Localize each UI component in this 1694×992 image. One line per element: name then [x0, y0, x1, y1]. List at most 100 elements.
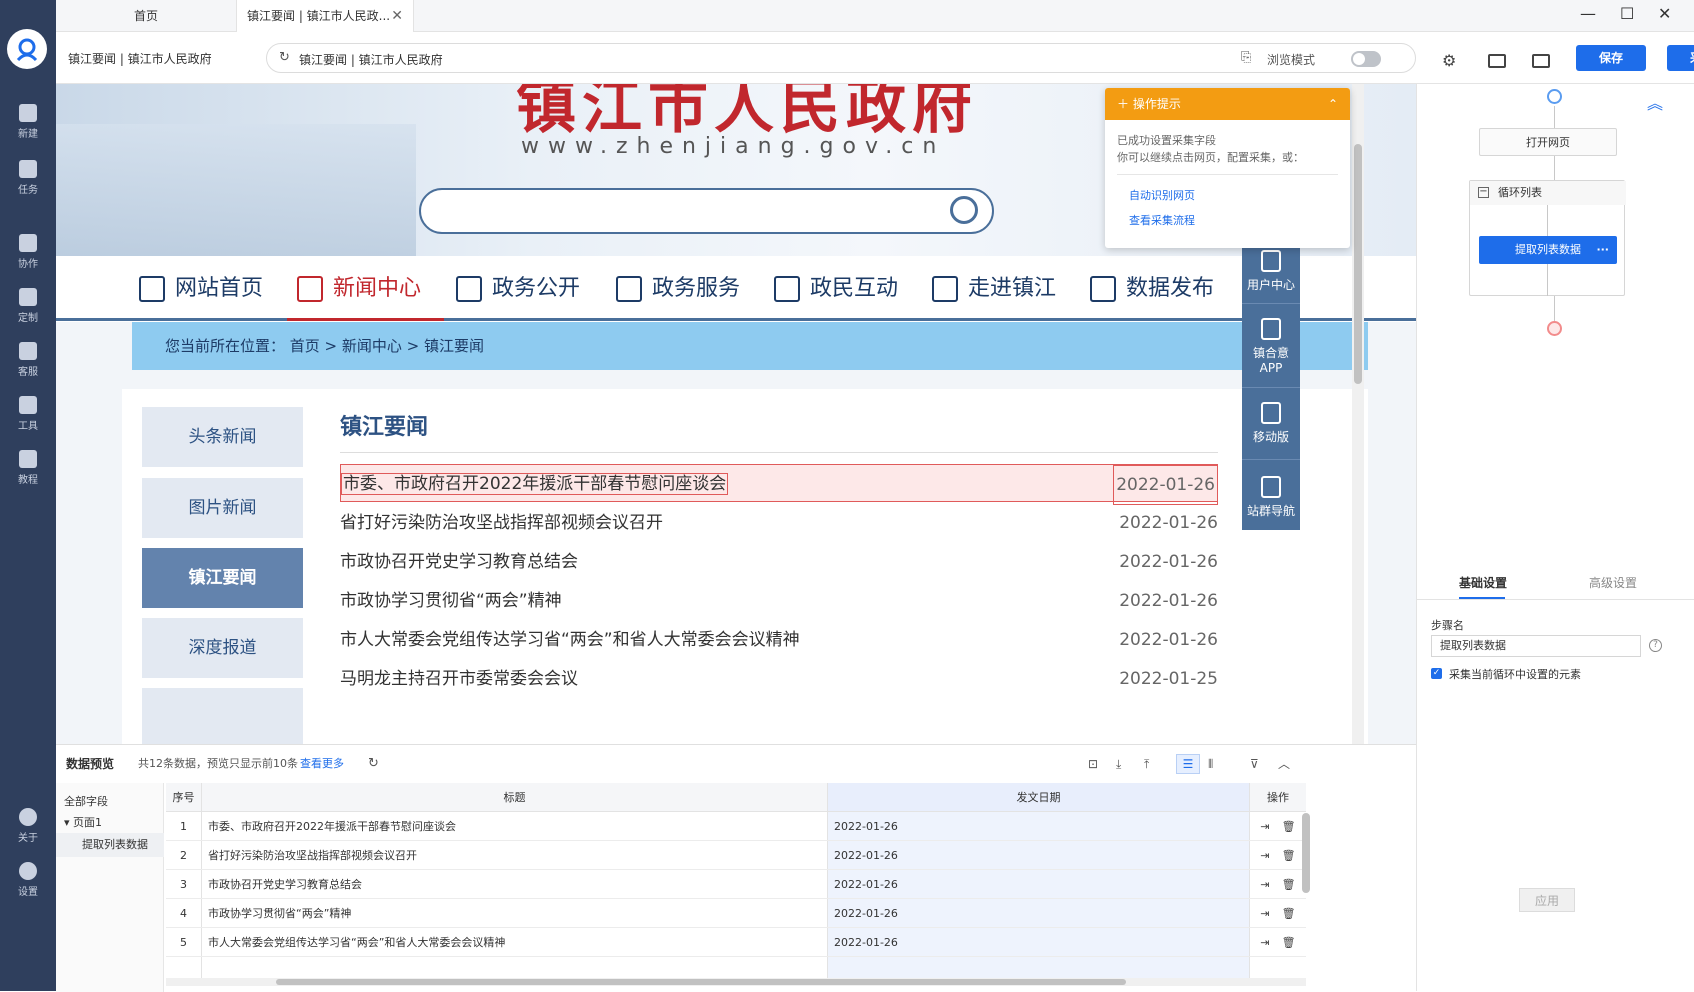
- nav-home[interactable]: 网站首页: [139, 272, 263, 306]
- close-window-icon[interactable]: ✕: [1658, 4, 1671, 23]
- settings-gear-icon[interactable]: ⚙: [1442, 51, 1456, 70]
- news-item[interactable]: 市委、市政府召开2022年援派干部春节慰问座谈会 2022-01-26: [340, 464, 1218, 505]
- delete-icon[interactable]: 🗑: [1282, 870, 1296, 899]
- rail-item-tools[interactable]: 工具: [0, 396, 56, 432]
- news-item[interactable]: 市政协召开党史学习教育总结会 2022-01-26: [340, 543, 1218, 581]
- add-field-icon[interactable]: ⊡: [1088, 745, 1098, 783]
- float-site-nav[interactable]: 站群导航: [1242, 468, 1300, 530]
- table-row[interactable]: 1 市委、市政府召开2022年援派干部春节慰问座谈会 2022-01-26 ⇥ 🗑: [166, 812, 1306, 841]
- delete-icon[interactable]: 🗑: [1282, 812, 1296, 841]
- view-more-link[interactable]: 查看更多: [300, 745, 344, 783]
- collapse-up-icon[interactable]: ⌃: [1328, 88, 1338, 120]
- window-layout-icon[interactable]: [1532, 54, 1550, 68]
- rail-item-service[interactable]: 客服: [0, 342, 56, 378]
- page-name: 镇江要闻 | 镇江市人民政府: [68, 52, 212, 66]
- nav-about-city[interactable]: 走进镇江: [932, 272, 1056, 306]
- tip-header[interactable]: ＋ 操作提示 ⌃: [1105, 88, 1350, 120]
- move-row-icon[interactable]: ⇥: [1260, 928, 1269, 957]
- col-header-title[interactable]: 标题: [202, 783, 828, 811]
- url-input[interactable]: ↻ 镇江要闻 | 镇江市人民政府 ⎘ 浏览模式: [266, 43, 1416, 73]
- tab-home[interactable]: 首页: [56, 0, 236, 32]
- tab-basic-settings[interactable]: 基础设置: [1459, 574, 1507, 599]
- nav-gov-affairs[interactable]: 政务公开: [456, 272, 580, 306]
- rail-item-settings[interactable]: 设置: [0, 862, 56, 898]
- table-row[interactable]: 2 省打好污染防治攻坚战指挥部视频会议召开 2022-01-26 ⇥ 🗑: [166, 841, 1306, 870]
- news-item[interactable]: 市人大常委会党组传达学习省“两会”和省人大常委会会议精神 2022-01-26: [340, 621, 1218, 659]
- flow-node-open-page[interactable]: 打开网页: [1479, 128, 1617, 156]
- float-app[interactable]: 镇合意APP: [1242, 312, 1300, 388]
- rail-item-task[interactable]: 任务: [0, 160, 56, 196]
- side-link-headlines[interactable]: 头条新闻: [142, 407, 303, 467]
- maximize-icon[interactable]: ☐: [1620, 4, 1634, 23]
- news-item[interactable]: 马明龙主持召开市委常委会会议 2022-01-25: [340, 660, 1218, 698]
- move-row-icon[interactable]: ⇥: [1260, 841, 1269, 870]
- collapse-minus-icon[interactable]: −: [1478, 187, 1489, 198]
- nav-data-release[interactable]: 数据发布: [1090, 272, 1214, 306]
- minimize-icon[interactable]: —: [1580, 4, 1596, 23]
- delete-icon[interactable]: 🗑: [1282, 928, 1296, 957]
- table-row[interactable]: 4 市政协学习贯彻省“两会”精神 2022-01-26 ⇥ 🗑: [166, 899, 1306, 928]
- rail-item-about[interactable]: 关于: [0, 808, 56, 844]
- news-item[interactable]: 省打好污染防治攻坚战指挥部视频会议召开 2022-01-26: [340, 504, 1218, 542]
- flow-node-loop-list[interactable]: − 循环列表 提取列表数据 ···: [1469, 180, 1626, 296]
- site-search-input[interactable]: [419, 188, 994, 234]
- help-icon[interactable]: ?: [1649, 639, 1662, 652]
- rail-item-collab[interactable]: 协作: [0, 234, 56, 270]
- column-view-icon[interactable]: ⦀: [1208, 745, 1213, 783]
- layout-panel-icon[interactable]: [1488, 54, 1506, 68]
- auto-detect-link[interactable]: 自动识别网页: [1129, 187, 1338, 204]
- source-code-icon[interactable]: ⎘: [1241, 50, 1251, 65]
- float-mobile[interactable]: 移动版: [1242, 396, 1300, 460]
- delete-icon[interactable]: 🗑: [1282, 841, 1296, 870]
- nav-interaction[interactable]: 政民互动: [774, 272, 898, 306]
- tree-page[interactable]: ▾ 页面1: [64, 814, 102, 830]
- save-button[interactable]: 保存: [1576, 45, 1646, 71]
- table-row[interactable]: 5 市人大常委会党组传达学习省“两会”和省人大常委会会议精神 2022-01-2…: [166, 928, 1306, 957]
- collect-button[interactable]: 采集: [1667, 45, 1694, 71]
- side-link-photo-news[interactable]: 图片新闻: [142, 478, 303, 538]
- side-link-in-depth[interactable]: 深度报道: [142, 618, 303, 678]
- step-name-input[interactable]: 提取列表数据: [1431, 635, 1641, 657]
- reload-icon[interactable]: ↻: [279, 50, 290, 65]
- view-flow-link[interactable]: 查看采集流程: [1129, 212, 1338, 229]
- table-scrollbar-thumb[interactable]: [1302, 813, 1310, 893]
- browse-mode-toggle[interactable]: [1351, 51, 1381, 67]
- scrollbar-thumb[interactable]: [1354, 144, 1362, 384]
- float-user-center[interactable]: 用户中心: [1242, 250, 1300, 304]
- close-tab-icon[interactable]: ✕: [391, 0, 403, 32]
- col-header-date[interactable]: 发文日期: [828, 783, 1250, 811]
- move-row-icon[interactable]: ⇥: [1260, 870, 1269, 899]
- move-row-icon[interactable]: ⇥: [1260, 899, 1269, 928]
- list-view-icon[interactable]: ☰: [1176, 754, 1200, 774]
- scrollbar-thumb[interactable]: [276, 979, 1126, 985]
- table-row[interactable]: 3 市政协召开党史学习教育总结会 2022-01-26 ⇥ 🗑: [166, 870, 1306, 899]
- refresh-icon[interactable]: ↻: [368, 745, 379, 783]
- import-icon[interactable]: ⤓: [1116, 745, 1121, 783]
- table-horizontal-scrollbar[interactable]: [166, 978, 1306, 986]
- nav-news-center[interactable]: 新闻中心: [297, 272, 421, 306]
- side-link-local-news[interactable]: 镇江要闻: [142, 548, 303, 608]
- cell-idx: 1: [166, 812, 202, 840]
- news-item[interactable]: 市政协学习贯彻省“两会”精神 2022-01-26: [340, 582, 1218, 620]
- flow-node-extract[interactable]: 提取列表数据 ···: [1479, 236, 1617, 264]
- nav-gov-services[interactable]: 政务服务: [616, 272, 740, 306]
- collapse-double-up-icon[interactable]: ︽: [1647, 90, 1663, 114]
- more-options-icon[interactable]: ···: [1596, 236, 1609, 264]
- tab-current-page[interactable]: 镇江要闻 | 镇江市人民政... ✕: [236, 0, 414, 32]
- collect-loop-elements-checkbox[interactable]: ✓: [1431, 668, 1442, 679]
- filter-icon[interactable]: ⊽: [1250, 745, 1259, 783]
- rail-item-tutorial[interactable]: 教程: [0, 450, 56, 486]
- rail-item-new[interactable]: 新建: [0, 104, 56, 140]
- rail-item-custom[interactable]: 定制: [0, 288, 56, 324]
- tab-advanced-settings[interactable]: 高级设置: [1589, 574, 1637, 591]
- delete-icon[interactable]: 🗑: [1282, 899, 1296, 928]
- tree-all-fields[interactable]: 全部字段: [64, 793, 108, 809]
- export-icon[interactable]: ⤒: [1144, 745, 1149, 783]
- search-icon[interactable]: [950, 196, 978, 224]
- apply-button[interactable]: 应用: [1519, 888, 1575, 912]
- move-row-icon[interactable]: ⇥: [1260, 812, 1269, 841]
- side-link-more[interactable]: [142, 688, 303, 744]
- page-scrollbar[interactable]: [1352, 84, 1364, 744]
- collapse-up-icon[interactable]: ︿: [1278, 745, 1290, 783]
- tree-leaf-extract[interactable]: 提取列表数据: [56, 833, 164, 857]
